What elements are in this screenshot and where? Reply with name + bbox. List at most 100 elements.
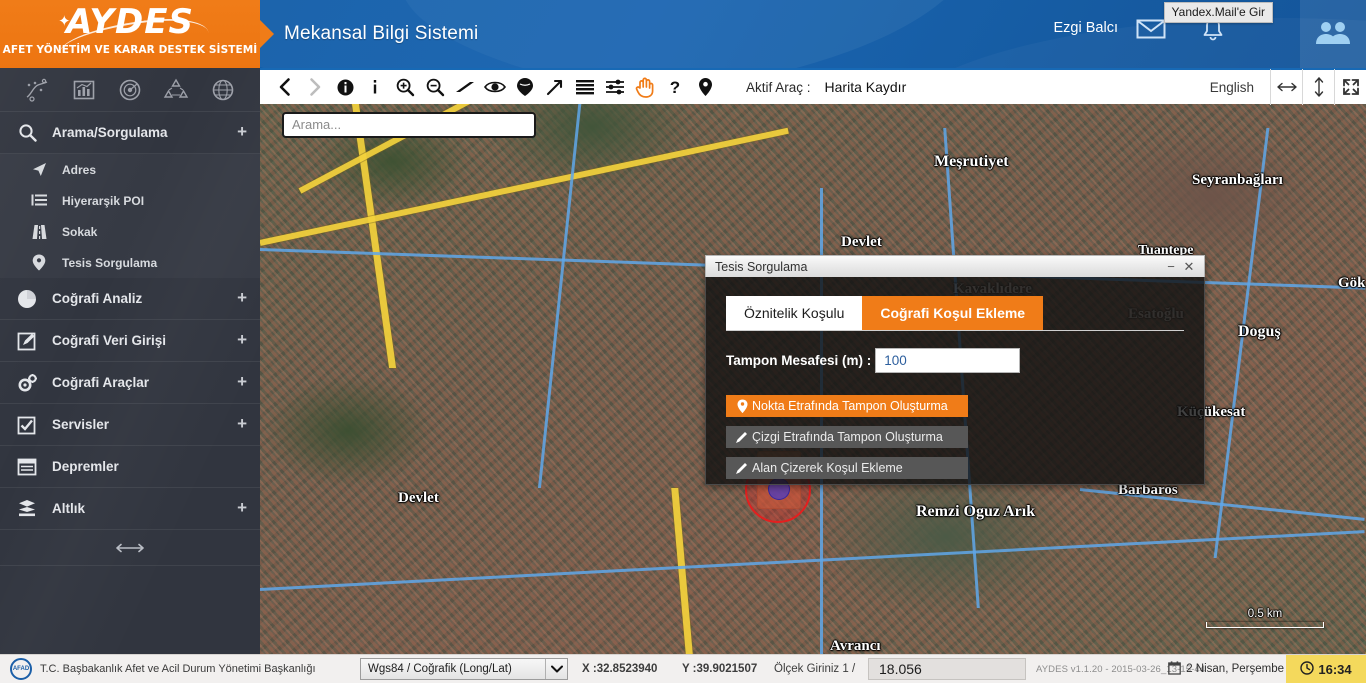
horizontal-resize-icon[interactable] [0, 530, 260, 566]
sliders-icon[interactable] [600, 72, 630, 102]
sidebar-group-arama-sorgulama: Arama/Sorgulama + Adres Hiyerarşik POI S… [0, 112, 260, 278]
sidebar-item-label: Arama/Sorgulama [52, 125, 168, 140]
map-toolbar: ? Aktif Araç : Harita Kaydır English [260, 68, 1366, 105]
search-input[interactable]: Arama... [282, 112, 536, 138]
close-icon[interactable]: ✕ [1180, 258, 1198, 276]
sidebar-item-adres[interactable]: Adres [0, 154, 260, 185]
tab-oznitelik-kosulu[interactable]: Öznitelik Koşulu [726, 296, 863, 330]
sidebar-item-tesis-sorgulama[interactable]: Tesis Sorgulama [0, 247, 260, 278]
date-display: 2 Nisan, Perşembe [1168, 660, 1284, 678]
sidebar-item-servisler[interactable]: Servisler + [0, 404, 260, 446]
map-scale-bar: 0.5 km [1206, 608, 1324, 628]
expander-plus-icon[interactable]: + [237, 289, 247, 306]
horizontal-arrows-icon[interactable] [1270, 69, 1302, 105]
eye-icon[interactable] [480, 72, 510, 102]
envelope-icon[interactable] [1136, 17, 1166, 41]
buffer-distance-row: Tampon Mesafesi (m) : 100 [726, 348, 1184, 373]
sidebar-item-sokak[interactable]: Sokak [0, 216, 260, 247]
sidebar-item-altlik[interactable]: Altlık + [0, 488, 260, 530]
scale-input[interactable]: 18.056 [868, 658, 1026, 680]
time-display: 16:34 [1286, 655, 1366, 683]
area-condition-label: Alan Çizerek Koşul Ekleme [752, 461, 903, 475]
plan-icon[interactable] [24, 77, 50, 103]
page-title: Mekansal Bilgi Sistemi [284, 23, 479, 44]
dialog-titlebar[interactable]: Tesis Sorgulama − ✕ [705, 255, 1205, 277]
mail-tooltip: Yandex.Mail'e Gir [1163, 2, 1273, 23]
language-toggle[interactable]: English [1194, 80, 1270, 95]
info-filled-icon[interactable] [330, 72, 360, 102]
sidebar-item-depremler[interactable]: Depremler [0, 446, 260, 488]
back-icon[interactable] [270, 72, 300, 102]
list-icon [26, 191, 52, 211]
expander-plus-icon[interactable]: + [237, 415, 247, 432]
coordination-icon[interactable] [163, 77, 189, 103]
fullscreen-icon[interactable] [1334, 69, 1366, 105]
sidebar-item-arama-sorgulama[interactable]: Arama/Sorgulama + [0, 112, 260, 154]
marker-pin-icon[interactable] [690, 72, 720, 102]
search-icon [14, 122, 40, 144]
line-buffer-button[interactable]: Çizgi Etrafında Tampon Oluşturma [726, 426, 968, 448]
sidebar-item-label: Depremler [52, 459, 119, 474]
calendar-icon [1168, 660, 1182, 678]
sidebar-item-label: Coğrafi Analiz [52, 291, 143, 306]
sidebar-item-label: Tesis Sorgulama [62, 255, 158, 270]
help-question-icon[interactable]: ? [660, 72, 690, 102]
eraser-icon[interactable] [450, 72, 480, 102]
sidebar-item-label: Sokak [62, 224, 98, 239]
expander-plus-icon[interactable]: + [237, 331, 247, 348]
expander-plus-icon[interactable]: + [237, 123, 247, 140]
minimize-icon[interactable]: − [1162, 258, 1180, 276]
expand-diagonal-icon[interactable] [540, 72, 570, 102]
info-letter-icon[interactable] [360, 72, 390, 102]
scale-entry-label: Ölçek Giriniz 1 / [774, 663, 856, 675]
users-group-icon[interactable] [1300, 0, 1366, 68]
zoom-in-icon[interactable] [390, 72, 420, 102]
status-bar: AFAD T.C. Başbakanlık Afet ve Acil Durum… [0, 654, 1366, 683]
vertical-arrows-icon[interactable] [1302, 69, 1334, 105]
globe-pin-icon[interactable] [510, 72, 540, 102]
application-window: AYDES ✦ AFET YÖNETİM VE KARAR DESTEK SİS… [0, 0, 1366, 683]
scale-bar-label: 0.5 km [1247, 608, 1283, 620]
gears-icon [14, 372, 40, 394]
sidebar-item-cografi-analiz[interactable]: Coğrafi Analiz + [0, 278, 260, 320]
sidebar-item-hiyerarsik-poi[interactable]: Hiyerarşik POI [0, 185, 260, 216]
sidebar-item-label: Hiyerarşik POI [62, 193, 145, 208]
agency-name-label: T.C. Başbakanlık Afet ve Acil Durum Yöne… [40, 663, 316, 675]
map-pin-icon [732, 399, 752, 414]
area-condition-button[interactable]: Alan Çizerek Koşul Ekleme [726, 457, 968, 479]
header-arrow-accent [260, 20, 274, 48]
brand-wordmark: AYDES [66, 2, 194, 42]
afad-logo: AFAD [10, 658, 32, 680]
crs-select[interactable]: Wgs84 / Coğrafik (Long/Lat) [360, 658, 568, 680]
point-buffer-button[interactable]: Nokta Etrafında Tampon Oluşturma [726, 395, 968, 417]
user-name-label[interactable]: Ezgi Balcı [1054, 20, 1118, 36]
globe-icon[interactable] [210, 77, 236, 103]
radar-icon[interactable] [117, 77, 143, 103]
sidebar-submenu-arama: Adres Hiyerarşik POI Sokak Tesis Sorgula… [0, 154, 260, 278]
forward-icon[interactable] [300, 72, 330, 102]
buffer-distance-input[interactable]: 100 [875, 348, 1021, 373]
tesis-sorgulama-dialog[interactable]: Tesis Sorgulama − ✕ Öznitelik Koşulu Coğ… [705, 255, 1205, 485]
sidebar-item-cografi-veri-girisi[interactable]: Coğrafi Veri Girişi + [0, 320, 260, 362]
header-swoosh-3 [880, 18, 1366, 68]
chevron-down-icon[interactable] [545, 659, 567, 679]
chart-icon[interactable] [71, 77, 97, 103]
expander-plus-icon[interactable]: + [237, 373, 247, 390]
sidebar: Arama/Sorgulama + Adres Hiyerarşik POI S… [0, 68, 260, 654]
layers-lines-icon[interactable] [570, 72, 600, 102]
navigation-arrow-icon [26, 160, 52, 180]
hand-pan-icon[interactable] [630, 72, 660, 102]
brand-logo[interactable]: AYDES ✦ AFET YÖNETİM VE KARAR DESTEK SİS… [0, 0, 260, 68]
dialog-title: Tesis Sorgulama [715, 259, 808, 274]
sidebar-item-label: Adres [62, 162, 97, 177]
crs-value: Wgs84 / Coğrafik (Long/Lat) [368, 663, 512, 675]
zoom-out-icon[interactable] [420, 72, 450, 102]
point-buffer-label: Nokta Etrafında Tampon Oluşturma [752, 399, 948, 413]
table-icon [14, 456, 40, 478]
line-buffer-label: Çizgi Etrafında Tampon Oluşturma [752, 430, 943, 444]
expander-plus-icon[interactable]: + [237, 499, 247, 516]
time-label: 16:34 [1318, 662, 1352, 677]
pie-chart-icon [14, 288, 40, 310]
sidebar-item-cografi-araclar[interactable]: Coğrafi Araçlar + [0, 362, 260, 404]
tab-cografi-kosul-ekleme[interactable]: Coğrafi Koşul Ekleme [862, 296, 1044, 330]
